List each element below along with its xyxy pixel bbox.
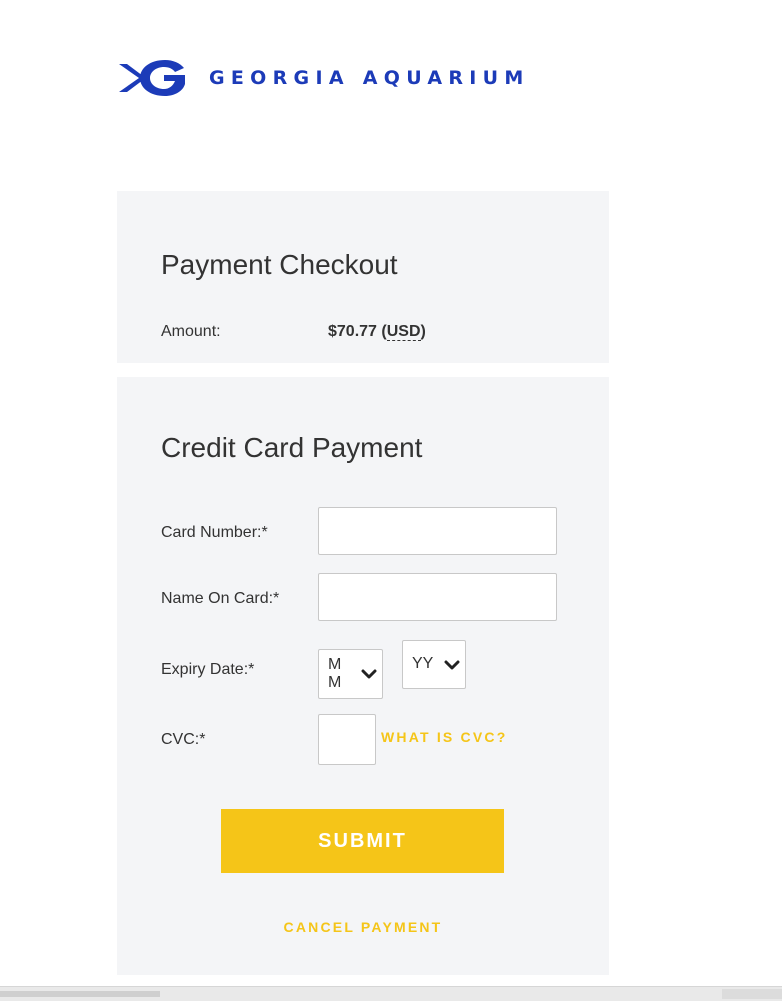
scrollbar-thumb[interactable]: [0, 991, 160, 997]
card-number-label: Card Number:*: [161, 524, 268, 541]
expiry-date-label: Expiry Date:*: [161, 661, 255, 678]
cancel-payment-link[interactable]: CANCEL PAYMENT: [117, 919, 609, 935]
amount-value: $70.77: [328, 323, 377, 340]
logo-fish-g-icon: [119, 60, 185, 96]
card-number-input[interactable]: [318, 507, 557, 555]
amount-label: Amount:: [161, 323, 221, 340]
horizontal-scrollbar[interactable]: [0, 986, 782, 1001]
amount-value-group: $70.77 (USD): [328, 323, 426, 341]
cvc-input[interactable]: [318, 714, 376, 765]
submit-button[interactable]: SUBMIT: [221, 809, 504, 873]
credit-card-payment-panel: Credit Card Payment Card Number:* Name O…: [117, 377, 609, 975]
payment-checkout-panel: Payment Checkout Amount: $70.77 (USD): [117, 191, 609, 363]
georgia-aquarium-logo[interactable]: GEORGIA AQUARIUM: [117, 58, 530, 98]
payment-checkout-title: Payment Checkout: [161, 249, 398, 280]
expiry-year-value: YY: [412, 655, 434, 672]
scrollbar-corner: [722, 989, 782, 999]
expiry-month-select[interactable]: MM: [318, 649, 383, 699]
name-on-card-label: Name On Card:*: [161, 590, 280, 607]
what-is-cvc-link[interactable]: WHAT IS CVC?: [381, 729, 507, 745]
expiry-month-value: MM: [328, 656, 342, 691]
currency-code: USD: [386, 323, 421, 341]
credit-card-payment-title: Credit Card Payment: [161, 432, 423, 463]
chevron-down-icon: [361, 669, 377, 679]
cvc-label: CVC:*: [161, 731, 206, 748]
chevron-down-icon: [444, 660, 460, 670]
logo-wordmark: GEORGIA AQUARIUM: [209, 67, 530, 89]
name-on-card-input[interactable]: [318, 573, 557, 621]
expiry-year-select[interactable]: YY: [402, 640, 466, 689]
